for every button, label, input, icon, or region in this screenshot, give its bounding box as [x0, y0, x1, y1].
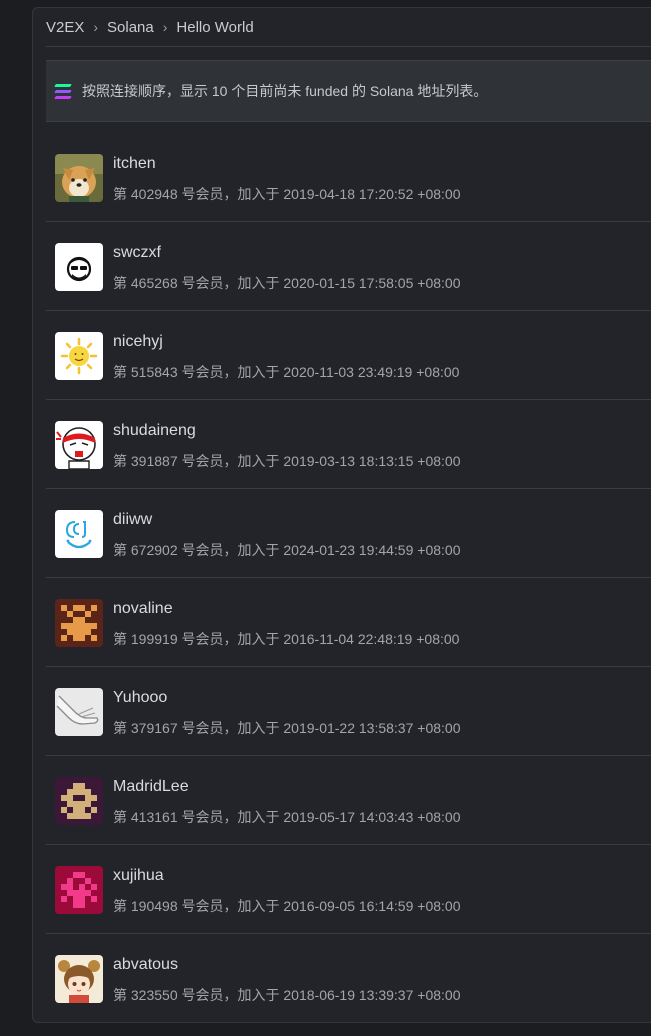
- list-item: swczxf 第 465268 号会员，加入于 2020-01-15 17:58…: [46, 222, 651, 311]
- content-box: V2EX › Solana › Hello World 按照连接顺序，显示 10…: [32, 7, 651, 1023]
- member-username-link[interactable]: xujihua: [113, 867, 164, 885]
- member-meta: 第 199919 号会员，加入于 2016-11-04 22:48:19 +08…: [113, 631, 460, 647]
- avatar[interactable]: [55, 510, 103, 558]
- member-meta: 第 323550 号会员，加入于 2018-06-19 13:39:37 +08…: [113, 987, 461, 1003]
- breadcrumb-node-link[interactable]: Solana: [107, 19, 154, 36]
- avatar[interactable]: [55, 866, 103, 914]
- list-item: diiww 第 672902 号会员，加入于 2024-01-23 19:44:…: [46, 489, 651, 578]
- avatar[interactable]: [55, 955, 103, 1003]
- member-username-link[interactable]: shudaineng: [113, 422, 196, 440]
- list-item: Yuhooo 第 379167 号会员，加入于 2019-01-22 13:58…: [46, 667, 651, 756]
- member-username-link[interactable]: Yuhooo: [113, 689, 167, 707]
- list-item: itchen 第 402948 号会员，加入于 2019-04-18 17:20…: [46, 133, 651, 222]
- breadcrumb-separator: ›: [162, 19, 168, 35]
- member-meta: 第 515843 号会员，加入于 2020-11-03 23:49:19 +08…: [113, 364, 460, 380]
- member-username-link[interactable]: nicehyj: [113, 333, 163, 351]
- member-meta: 第 391887 号会员，加入于 2019-03-13 18:13:15 +08…: [113, 453, 461, 469]
- breadcrumb-home-link[interactable]: V2EX: [46, 19, 84, 36]
- breadcrumb-separator: ›: [93, 19, 99, 35]
- member-meta: 第 465268 号会员，加入于 2020-01-15 17:58:05 +08…: [113, 275, 461, 291]
- info-notice: 按照连接顺序，显示 10 个目前尚未 funded 的 Solana 地址列表。: [46, 60, 651, 122]
- page-title: Hello World: [176, 18, 254, 36]
- member-list: itchen 第 402948 号会员，加入于 2019-04-18 17:20…: [46, 133, 651, 1022]
- breadcrumb: V2EX › Solana › Hello World: [46, 8, 651, 47]
- member-username-link[interactable]: diiww: [113, 511, 152, 529]
- list-item: novaline 第 199919 号会员，加入于 2016-11-04 22:…: [46, 578, 651, 667]
- list-item: xujihua 第 190498 号会员，加入于 2016-09-05 16:1…: [46, 845, 651, 934]
- list-item: MadridLee 第 413161 号会员，加入于 2019-05-17 14…: [46, 756, 651, 845]
- solana-logo-icon: [54, 83, 72, 99]
- avatar[interactable]: [55, 599, 103, 647]
- member-meta: 第 413161 号会员，加入于 2019-05-17 14:03:43 +08…: [113, 809, 461, 825]
- avatar[interactable]: [55, 332, 103, 380]
- list-item: abvatous 第 323550 号会员，加入于 2018-06-19 13:…: [46, 934, 651, 1022]
- avatar[interactable]: [55, 777, 103, 825]
- avatar[interactable]: [55, 688, 103, 736]
- member-username-link[interactable]: novaline: [113, 600, 173, 618]
- avatar[interactable]: [55, 243, 103, 291]
- member-meta: 第 379167 号会员，加入于 2019-01-22 13:58:37 +08…: [113, 720, 461, 736]
- avatar[interactable]: [55, 421, 103, 469]
- member-meta: 第 402948 号会员，加入于 2019-04-18 17:20:52 +08…: [113, 186, 461, 202]
- member-username-link[interactable]: swczxf: [113, 244, 161, 262]
- member-username-link[interactable]: itchen: [113, 155, 156, 173]
- avatar[interactable]: [55, 154, 103, 202]
- list-item: nicehyj 第 515843 号会员，加入于 2020-11-03 23:4…: [46, 311, 651, 400]
- member-meta: 第 672902 号会员，加入于 2024-01-23 19:44:59 +08…: [113, 542, 461, 558]
- member-meta: 第 190498 号会员，加入于 2016-09-05 16:14:59 +08…: [113, 898, 461, 914]
- notice-text: 按照连接顺序，显示 10 个目前尚未 funded 的 Solana 地址列表。: [82, 83, 488, 99]
- member-username-link[interactable]: abvatous: [113, 956, 178, 974]
- list-item: shudaineng 第 391887 号会员，加入于 2019-03-13 1…: [46, 400, 651, 489]
- member-username-link[interactable]: MadridLee: [113, 778, 189, 796]
